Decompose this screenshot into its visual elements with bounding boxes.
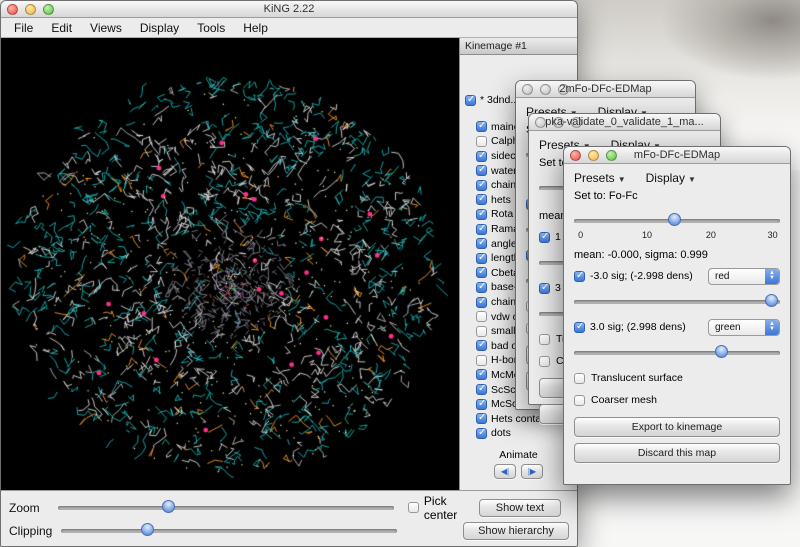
- neg-color-select[interactable]: red▲▼: [708, 268, 780, 285]
- checkbox[interactable]: [476, 355, 487, 366]
- set-to-label: Set to: Fo-Fc: [574, 190, 780, 202]
- checkbox[interactable]: [476, 297, 487, 308]
- checkbox[interactable]: [476, 136, 487, 147]
- king-main-window: KiNG 2.22 FileEditViewsDisplayToolsHelp …: [0, 0, 578, 547]
- checkbox[interactable]: [476, 399, 487, 410]
- slider-track[interactable]: [574, 300, 780, 304]
- content-row: Kinemage #1 * 3dnd...mainchainCalphassid…: [1, 38, 577, 490]
- pos-color-select[interactable]: green▲▼: [708, 319, 780, 336]
- checkbox[interactable]: [476, 224, 487, 235]
- map-stats: mean: -0.000, sigma: 0.999: [574, 249, 780, 261]
- animate-box: Animate ◀| |▶: [460, 449, 577, 479]
- kinemage-item-label: dots: [491, 427, 511, 439]
- neg-contour-checkbox[interactable]: [539, 232, 550, 243]
- animate-label: Animate: [460, 449, 577, 461]
- titlebar-2mfo[interactable]: 2mFo-DFc-EDMap: [516, 81, 695, 98]
- checkbox[interactable]: [476, 384, 487, 395]
- window-title: KiNG 2.22: [1, 3, 577, 15]
- coarser-checkbox[interactable]: [574, 395, 585, 406]
- menu-tools[interactable]: Tools: [188, 21, 234, 35]
- zoom-label: Zoom: [9, 501, 58, 515]
- bottom-panel: Zoom Pick center Show text Clipping: [1, 490, 577, 545]
- kinemage-item-label: * 3dnd...: [480, 94, 519, 106]
- translucent-checkbox[interactable]: [574, 373, 585, 384]
- translucent-checkbox[interactable]: [539, 334, 550, 345]
- checkbox[interactable]: [476, 165, 487, 176]
- chevron-down-icon: ▼: [688, 175, 696, 184]
- pick-center-label: Pick center: [424, 494, 479, 522]
- checkbox[interactable]: [476, 238, 487, 249]
- edmap-window-mfo: mFo-DFc-EDMap Presets▼ Display▼ Set to: …: [563, 146, 791, 485]
- pos-level-slider[interactable]: [574, 345, 780, 360]
- pos-contour-checkbox[interactable]: [574, 322, 585, 333]
- window-title: pka-validate_0_validate_1_ma...: [529, 116, 720, 128]
- display-menu[interactable]: Display▼: [646, 171, 696, 185]
- kinemage-panel-title: Kinemage #1: [460, 38, 577, 55]
- checkbox[interactable]: [476, 282, 487, 293]
- pos-contour-label: 3.0 sig; (2.998 dens): [590, 321, 703, 333]
- pick-center-checkbox[interactable]: [408, 502, 419, 513]
- clipping-slider-thumb[interactable]: [141, 523, 154, 536]
- menu-display[interactable]: Display: [131, 21, 188, 35]
- coarser-label: Coarser mesh: [591, 394, 657, 406]
- show-hierarchy-button[interactable]: Show hierarchy: [463, 522, 569, 540]
- checkbox[interactable]: [476, 209, 487, 220]
- export-to-kinemage-button[interactable]: Export to kinemage: [574, 417, 780, 437]
- checkbox[interactable]: [476, 369, 487, 380]
- menu-help[interactable]: Help: [234, 21, 277, 35]
- neg-contour-checkbox[interactable]: [574, 271, 585, 282]
- slider-track[interactable]: [574, 351, 780, 355]
- coarser-checkbox[interactable]: [539, 356, 550, 367]
- discard-map-button[interactable]: Discard this map: [574, 443, 780, 463]
- animate-prev-button[interactable]: ◀|: [494, 464, 516, 479]
- checkbox[interactable]: [476, 180, 487, 191]
- window-title: 2mFo-DFc-EDMap: [516, 83, 695, 95]
- clipping-slider-track[interactable]: [61, 529, 397, 533]
- zoom-slider-track[interactable]: [58, 506, 394, 510]
- window-title: mFo-DFc-EDMap: [564, 149, 790, 161]
- checkbox[interactable]: [465, 95, 476, 106]
- chevron-down-icon: ▼: [618, 175, 626, 184]
- level-slider[interactable]: [574, 213, 780, 228]
- show-text-button[interactable]: Show text: [479, 499, 561, 517]
- zoom-slider-thumb[interactable]: [162, 500, 175, 513]
- menu-file[interactable]: File: [5, 21, 42, 35]
- kinemage-item-label: hets: [491, 194, 511, 206]
- animate-next-button[interactable]: |▶: [521, 464, 543, 479]
- checkbox[interactable]: [476, 267, 487, 278]
- slider-thumb[interactable]: [715, 345, 728, 358]
- menu-bar: FileEditViewsDisplayToolsHelp: [1, 18, 577, 38]
- molecular-viewport[interactable]: [1, 38, 459, 490]
- slider-thumb[interactable]: [668, 213, 681, 226]
- titlebar-mfo[interactable]: mFo-DFc-EDMap: [564, 147, 790, 164]
- slider-tick-labels: 0 10 20 30: [574, 230, 780, 241]
- stepper-arrows-icon: ▲▼: [765, 320, 779, 335]
- zoom-slider[interactable]: [58, 500, 394, 515]
- main-titlebar[interactable]: KiNG 2.22: [1, 1, 577, 18]
- checkbox[interactable]: [476, 253, 487, 264]
- neg-contour-label: -3.0 sig; (-2.998 dens): [590, 270, 703, 282]
- menu-views[interactable]: Views: [81, 21, 131, 35]
- clipping-label: Clipping: [9, 524, 61, 538]
- checkbox[interactable]: [476, 151, 487, 162]
- checkbox[interactable]: [476, 326, 487, 337]
- translucent-label: Translucent surface: [591, 372, 683, 384]
- stepper-arrows-icon: ▲▼: [765, 269, 779, 284]
- menu-edit[interactable]: Edit: [42, 21, 81, 35]
- slider-thumb[interactable]: [765, 294, 778, 307]
- desktop: KiNG 2.22 FileEditViewsDisplayToolsHelp …: [0, 0, 800, 547]
- checkbox[interactable]: [476, 413, 487, 424]
- pos-contour-checkbox[interactable]: [539, 283, 550, 294]
- checkbox[interactable]: [476, 121, 487, 132]
- clipping-slider[interactable]: [61, 523, 397, 538]
- checkbox[interactable]: [476, 428, 487, 439]
- checkbox[interactable]: [476, 311, 487, 322]
- pick-center-row: Pick center: [408, 494, 479, 522]
- checkbox[interactable]: [476, 194, 487, 205]
- checkbox[interactable]: [476, 340, 487, 351]
- presets-menu[interactable]: Presets▼: [574, 171, 626, 185]
- neg-level-slider[interactable]: [574, 294, 780, 309]
- titlebar-pka[interactable]: pka-validate_0_validate_1_ma...: [529, 114, 720, 131]
